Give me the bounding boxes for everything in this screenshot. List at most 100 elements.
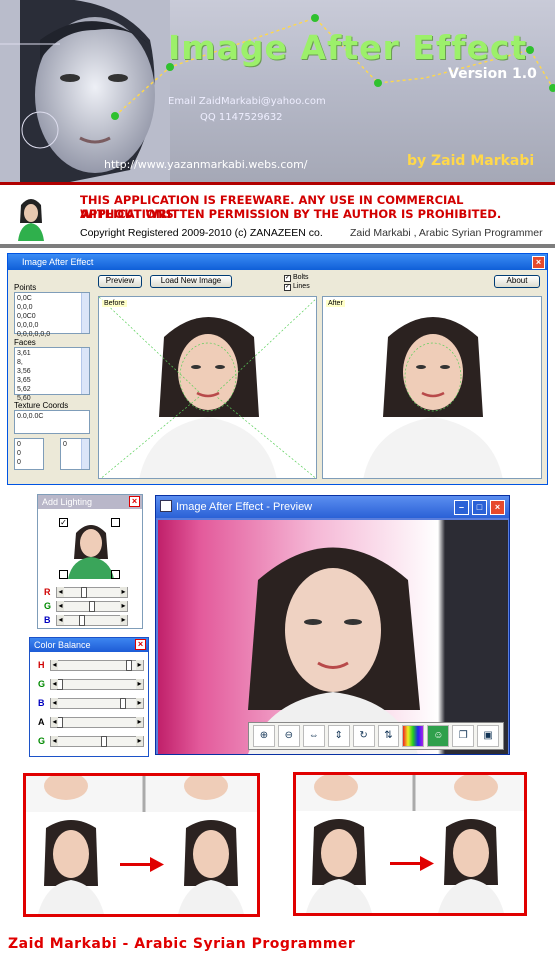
scrollbar[interactable] [81,439,89,469]
channel-label: G [38,736,46,746]
arrow-right-icon[interactable]: ▸ [136,660,143,670]
list-item[interactable]: 0,0,0 [17,303,87,312]
arrow-right-icon[interactable]: ▸ [120,615,127,625]
arrow-right-icon[interactable]: ▸ [136,698,143,708]
list-item[interactable]: 0,0C0 [17,312,87,321]
arrow-left-icon[interactable]: ◂ [51,698,58,708]
points-label: Points [14,283,37,292]
arrow-right-icon[interactable]: ▸ [120,587,127,597]
palette-icon[interactable]: ▥ [402,725,425,747]
preview-toolbar: ⊕⊖⇔⇕↻⇅▥☺❐▣ [248,722,504,750]
preview-window-title: Image After Effect - Preview [176,501,313,513]
author-byline: by Zaid Markabi [407,153,535,169]
website-link[interactable]: http://www.yazanmarkabi.webs.com/ [104,158,308,171]
light-corner-checkbox[interactable] [111,518,120,527]
list-item[interactable]: 0,0C [17,294,87,303]
rotate-icon[interactable]: ↻ [352,725,375,747]
list-item[interactable]: 0 [17,458,41,467]
list-item[interactable]: 5,62 [17,385,87,394]
arrow-left-icon[interactable]: ◂ [51,736,58,746]
main-app-window: Image After Effect × Points 0,0C 0,0,0 0… [7,253,548,485]
arrow-left-icon[interactable]: ◂ [51,660,58,670]
save-icon[interactable]: ▣ [477,725,500,747]
notice-line-2: WITHOUT WRITTEN PERMISSION BY THE AUTHOR… [80,207,502,221]
channel-slider[interactable]: ◂ ▸ [50,736,144,747]
zoom-in-icon[interactable]: ⊕ [253,725,275,747]
preview-button[interactable]: Preview [98,275,142,288]
load-image-button[interactable]: Load New Image [150,275,232,288]
window-title: Image After Effect [22,257,94,267]
slider-thumb[interactable] [101,736,108,747]
light-corner-checkbox[interactable]: ✓ [59,518,68,527]
flip-icon[interactable]: ⇅ [377,725,400,747]
slider-thumb[interactable] [78,615,85,626]
close-icon[interactable]: × [490,500,505,515]
contact-qq: QQ 1147529632 [200,112,283,123]
texture-coords-field[interactable]: 0.0,0.0C [14,410,90,434]
arrow-right-icon[interactable]: ▸ [136,736,143,746]
slider-thumb[interactable] [81,587,88,598]
channel-slider[interactable]: ◂ ▸ [56,587,128,598]
list-item[interactable]: 3,65 [17,376,87,385]
list-item[interactable]: 0 [17,449,41,458]
before-image-pane: Before [98,296,317,479]
bolts-checkbox[interactable]: ✓ Bolts [284,274,309,282]
minimize-icon[interactable]: – [454,500,469,515]
comparison-box-left [23,773,260,917]
list-item[interactable]: 0 [17,440,41,449]
lines-checkbox[interactable]: ✓ Lines [284,283,310,291]
channel-slider[interactable]: ◂ ▸ [50,660,144,671]
arrow-left-icon[interactable]: ◂ [51,679,58,689]
list-item[interactable]: 0,0,0,0 [17,321,87,330]
value-list-b[interactable]: 0 [60,438,90,470]
arrow-left-icon[interactable]: ◂ [57,615,64,625]
channel-slider[interactable]: ◂ ▸ [50,679,144,690]
zoom-out-icon[interactable]: ⊖ [277,725,300,747]
preview-canvas [158,520,508,754]
color-balance-title: Color Balance [34,640,91,650]
slider-thumb[interactable] [119,698,126,709]
scrollbar[interactable] [81,293,89,333]
light-corner-checkbox[interactable] [59,570,68,579]
fit-height-icon[interactable]: ⇕ [327,725,350,747]
copy-icon[interactable]: ❐ [452,725,475,747]
channel-slider[interactable]: ◂ ▸ [50,698,144,709]
preview-portrait [248,547,420,754]
face-icon[interactable]: ☺ [427,725,450,747]
close-icon[interactable]: × [129,496,140,507]
panel-title-bar: Color Balance [30,638,148,652]
faces-list[interactable]: 3,61 8, 3,56 3,65 5,62 5,60 [14,347,90,402]
channel-slider[interactable]: ◂ ▸ [56,615,128,626]
checkbox-icon[interactable]: ✓ [284,284,291,291]
close-icon[interactable]: × [532,256,545,269]
value-list-a[interactable]: 0 0 0 [14,438,44,470]
panel-title-bar: Add Lighting [38,495,142,509]
channel-slider[interactable]: ◂ ▸ [56,601,128,612]
arrow-right-icon[interactable]: ▸ [136,717,143,727]
fit-width-icon[interactable]: ⇔ [302,725,325,747]
contact-email: Email ZaidMarkabi@yahoo.com [168,96,326,107]
points-list[interactable]: 0,0C 0,0,0 0,0C0 0,0,0,0 0,0,0,0,0,0 [14,292,90,338]
slider-thumb[interactable] [89,601,95,612]
close-icon[interactable]: × [135,639,146,650]
header-banner: Image After Effect Version 1.0 Email Zai… [0,0,555,182]
checkbox-icon[interactable]: ✓ [284,275,291,282]
author-avatar [12,193,50,241]
before-label: Before [102,300,127,307]
arrow-left-icon[interactable]: ◂ [57,587,64,597]
arrow-right-icon[interactable]: ▸ [136,679,143,689]
list-item[interactable]: 3,56 [17,367,87,376]
footer-credit: Zaid Markabi - Arabic Syrian Programmer [8,936,356,952]
app-version: Version 1.0 [448,66,537,82]
arrow-right-icon[interactable]: ▸ [120,601,127,611]
arrow-left-icon[interactable]: ◂ [51,717,58,727]
maximize-icon[interactable]: □ [472,500,487,515]
slider-thumb[interactable] [125,660,132,671]
about-button[interactable]: About [494,275,540,288]
list-item[interactable]: 8, [17,358,87,367]
channel-slider[interactable]: ◂ ▸ [50,717,144,728]
light-corner-checkbox[interactable] [111,570,120,579]
list-item[interactable]: 3,61 [17,349,87,358]
arrow-left-icon[interactable]: ◂ [57,601,64,611]
scrollbar[interactable] [81,348,89,394]
